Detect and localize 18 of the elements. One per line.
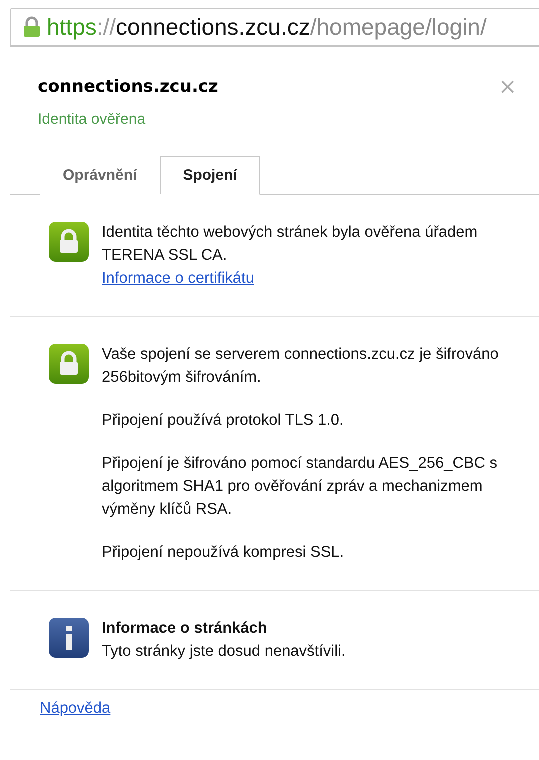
lock-icon — [23, 16, 41, 38]
paragraph: Tyto stránky jste dosud nenavštívili. — [102, 642, 346, 662]
tab[interactable]: Spojení — [160, 156, 260, 195]
help-link[interactable]: Nápověda — [40, 700, 111, 717]
url-text: https://connections.zcu.cz/homepage/login/ — [47, 14, 487, 40]
paragraph: Vaše spojení se serverem connections.zcu.cz je šifrováno 256bitovým šifrováním. — [102, 345, 500, 388]
paragraph: Připojení je šifrováno pomocí standardu AES_256_CBC s algoritmem SHA1 pro ověřování zpráv a mechanizmem výměny klíčů RSA. — [102, 454, 498, 520]
site-title: connections.zcu.cz — [38, 77, 218, 97]
info-icon — [48, 617, 90, 659]
identity-status: Identita ověřena — [38, 111, 147, 128]
certificate-link[interactable]: Informace o certifikátu — [102, 270, 254, 287]
lock-icon — [48, 221, 90, 263]
paragraph: Identita těchto webových stránek byla ověřena úřadem TERENA SSL CA. — [102, 223, 479, 266]
section-heading: Informace o stránkách — [102, 619, 268, 639]
address-bar[interactable]: https://connections.zcu.cz/homepage/login/ — [10, 8, 539, 47]
lock-icon — [48, 343, 90, 385]
paragraph: Připojení používá protokol TLS 1.0. — [102, 411, 345, 431]
paragraph: Připojení nepoužívá kompresi SSL. — [102, 543, 346, 563]
